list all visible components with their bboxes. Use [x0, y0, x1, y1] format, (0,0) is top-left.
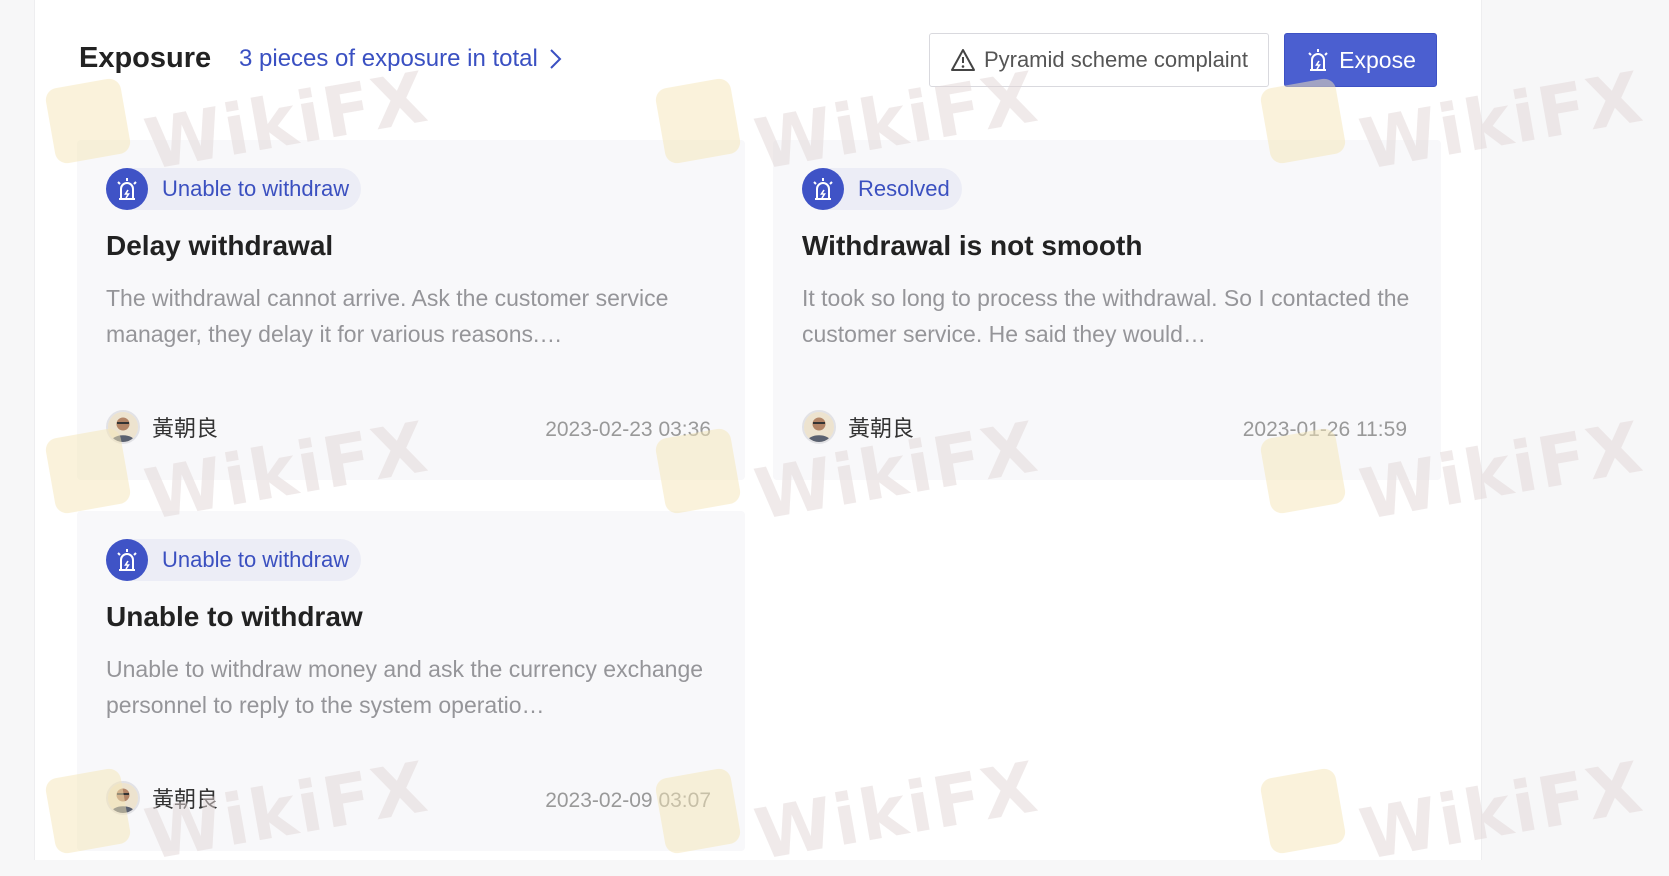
card-date: 2023-02-23 03:36 — [545, 418, 711, 441]
alarm-icon — [106, 168, 148, 210]
complaint-button-label: Pyramid scheme complaint — [983, 47, 1249, 72]
chevron-right-icon — [550, 49, 562, 69]
card-title: Withdrawal is not smooth — [802, 230, 1143, 261]
total-exposure-label: 3 pieces of exposure in total — [239, 45, 538, 72]
exposure-card[interactable]: Resolved Withdrawal is not smooth It too… — [773, 140, 1441, 480]
author-name: 黃朝良 — [848, 416, 915, 441]
card-title: Unable to withdraw — [106, 601, 363, 632]
status-badge-label: Unable to withdraw — [162, 547, 350, 572]
exposure-panel: Exposure 3 pieces of exposure in total P… — [34, 0, 1482, 860]
alarm-icon — [106, 539, 148, 581]
card-description: Unable to withdraw money and ask the cur… — [106, 656, 704, 718]
card-description: It took so long to process the withdrawa… — [802, 285, 1410, 347]
status-badge: Unable to withdraw — [106, 168, 362, 210]
avatar — [106, 410, 140, 444]
alarm-icon — [802, 168, 844, 210]
warning-icon — [950, 49, 975, 71]
status-badge-label: Resolved — [858, 176, 950, 201]
status-badge: Unable to withdraw — [106, 539, 362, 581]
expose-button[interactable]: Expose — [1284, 33, 1437, 87]
exposure-card[interactable]: Unable to withdraw Unable to withdraw Un… — [77, 511, 745, 851]
author-name: 黃朝良 — [152, 787, 219, 812]
exposure-header: Exposure 3 pieces of exposure in total P… — [79, 30, 1437, 90]
exposure-card[interactable]: Unable to withdraw Delay withdrawal The … — [77, 140, 745, 480]
avatar — [106, 781, 140, 815]
card-description: The withdrawal cannot arrive. Ask the cu… — [106, 285, 669, 347]
card-author: 黃朝良 — [106, 781, 218, 815]
total-exposure-link[interactable]: 3 pieces of exposure in total — [239, 45, 563, 73]
status-badge-label: Unable to withdraw — [162, 176, 350, 201]
card-date: 2023-02-09 03:07 — [545, 789, 711, 812]
status-badge: Resolved — [802, 168, 962, 210]
author-name: 黃朝良 — [152, 416, 219, 441]
card-author: 黃朝良 — [106, 410, 218, 444]
avatar — [802, 410, 836, 444]
expose-button-label: Expose — [1339, 46, 1416, 73]
alarm-icon — [1308, 49, 1328, 71]
section-title: Exposure — [79, 42, 212, 74]
card-author: 黃朝良 — [802, 410, 914, 444]
card-title: Delay withdrawal — [106, 230, 334, 261]
card-date: 2023-01-26 11:59 — [1242, 418, 1407, 441]
pyramid-scheme-complaint-button[interactable]: Pyramid scheme complaint — [929, 33, 1269, 87]
